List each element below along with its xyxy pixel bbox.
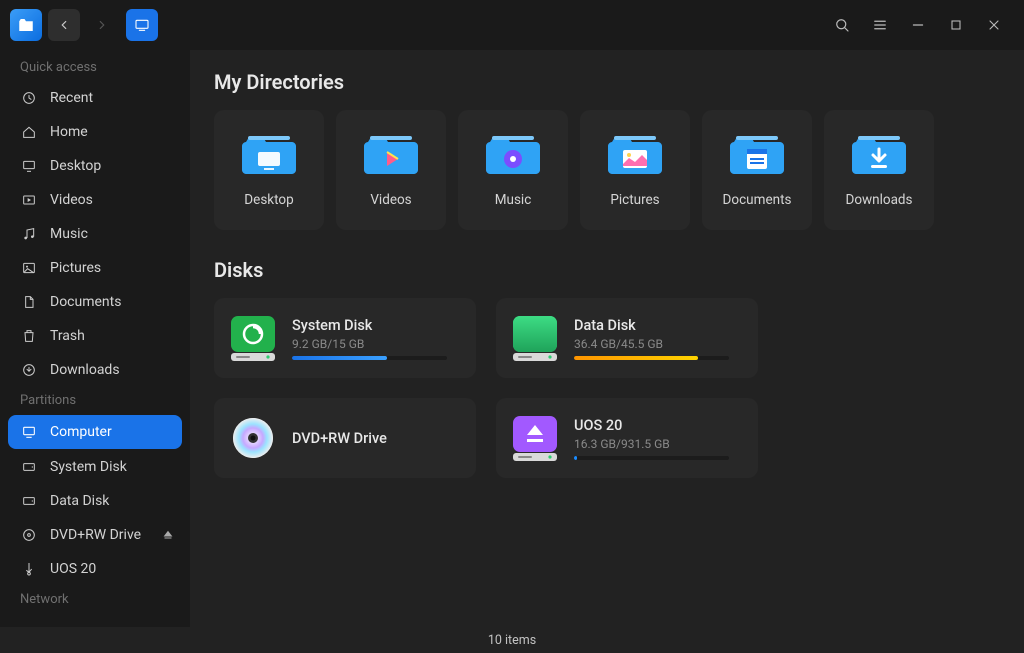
quick-access-label: Quick access [0, 54, 190, 81]
dir-desktop[interactable]: Desktop [214, 110, 324, 230]
folder-videos-icon [364, 132, 418, 176]
disk-icon [20, 458, 38, 476]
sidebar-item-desktop[interactable]: Desktop [0, 149, 190, 183]
folder-downloads-icon [852, 132, 906, 176]
disk-dvdrw[interactable]: DVD+RW Drive [214, 398, 476, 478]
disk-progress-bar [574, 356, 729, 360]
disk-data-disk[interactable]: Data Disk 36.4 GB/45.5 GB [496, 298, 758, 378]
close-button[interactable] [984, 15, 1004, 35]
sidebar-item-recent[interactable]: Recent [0, 81, 190, 115]
sidebar-item-uos20[interactable]: UOS 20 [0, 552, 190, 586]
sidebar-item-label: Music [50, 226, 88, 242]
disk-name: System Disk [292, 317, 462, 334]
usb-icon [20, 560, 38, 578]
menu-icon[interactable] [870, 15, 890, 35]
nav-forward-button[interactable] [86, 9, 118, 41]
sidebar-item-label: Recent [50, 90, 93, 106]
disk-name: Data Disk [574, 317, 744, 334]
dir-music[interactable]: Music [458, 110, 568, 230]
dir-documents[interactable]: Documents [702, 110, 812, 230]
disk-icon [20, 492, 38, 510]
downloads-icon [20, 361, 38, 379]
sidebar-item-label: Pictures [50, 260, 101, 276]
desktop-icon [20, 157, 38, 175]
sidebar-item-label: Desktop [50, 158, 101, 174]
disk-progress-bar [574, 456, 729, 460]
disk-name: UOS 20 [574, 417, 744, 434]
sidebar-item-data-disk[interactable]: Data Disk [0, 484, 190, 518]
computer-icon [20, 423, 38, 441]
minimize-button[interactable] [908, 15, 928, 35]
sidebar-item-label: Downloads [50, 362, 120, 378]
sidebar-item-downloads[interactable]: Downloads [0, 353, 190, 387]
sidebar-item-trash[interactable]: Trash [0, 319, 190, 353]
clock-icon [20, 89, 38, 107]
partitions-label: Partitions [0, 387, 190, 414]
network-label: Network [0, 586, 190, 613]
disk-uos20[interactable]: UOS 20 16.3 GB/931.5 GB [496, 398, 758, 478]
sidebar-item-label: Documents [50, 294, 121, 310]
search-icon[interactable] [832, 15, 852, 35]
music-icon [20, 225, 38, 243]
videos-icon [20, 191, 38, 209]
dir-label: Desktop [244, 192, 293, 208]
sidebar-item-label: Home [50, 124, 88, 140]
pictures-icon [20, 259, 38, 277]
sidebar-item-label: UOS 20 [50, 561, 96, 577]
disk-name: DVD+RW Drive [292, 430, 462, 447]
sidebar-item-label: System Disk [50, 459, 127, 475]
dir-label: Videos [370, 192, 411, 208]
sidebar-item-label: Trash [50, 328, 85, 344]
removable-drive-icon [510, 413, 560, 463]
disk-usage: 9.2 GB/15 GB [292, 337, 462, 351]
folder-desktop-icon [242, 132, 296, 176]
main-content: My Directories Desktop Videos [190, 50, 1024, 627]
disk-usage: 36.4 GB/45.5 GB [574, 337, 744, 351]
disks-title: Disks [214, 258, 1000, 282]
dir-label: Documents [723, 192, 792, 208]
disk-usage: 16.3 GB/931.5 GB [574, 437, 744, 451]
disk-drive-icon [228, 313, 278, 363]
sidebar-item-system-disk[interactable]: System Disk [0, 450, 190, 484]
sidebar-item-label: Data Disk [50, 493, 109, 509]
sidebar-item-label: Videos [50, 192, 93, 208]
eject-icon[interactable] [162, 529, 174, 541]
sidebar-item-dvdrw[interactable]: DVD+RW Drive [0, 518, 190, 552]
sidebar-item-computer[interactable]: Computer [8, 415, 182, 449]
cd-icon [20, 526, 38, 544]
disk-drive-icon [510, 313, 560, 363]
dir-label: Music [495, 192, 532, 208]
sidebar: Quick access Recent Home Desktop Videos … [0, 50, 190, 627]
trash-icon [20, 327, 38, 345]
sidebar-item-videos[interactable]: Videos [0, 183, 190, 217]
sidebar-item-pictures[interactable]: Pictures [0, 251, 190, 285]
dir-pictures[interactable]: Pictures [580, 110, 690, 230]
maximize-button[interactable] [946, 15, 966, 35]
sidebar-item-home[interactable]: Home [0, 115, 190, 149]
folder-music-icon [486, 132, 540, 176]
documents-icon [20, 293, 38, 311]
dir-label: Downloads [845, 192, 912, 208]
sidebar-item-documents[interactable]: Documents [0, 285, 190, 319]
dir-downloads[interactable]: Downloads [824, 110, 934, 230]
sidebar-item-label: Computer [50, 424, 112, 440]
statusbar: 10 items [0, 627, 1024, 653]
cd-drive-icon [228, 413, 278, 463]
home-icon [20, 123, 38, 141]
sidebar-item-label: DVD+RW Drive [50, 527, 141, 543]
tab-computer-button[interactable] [126, 9, 158, 41]
directories-grid: Desktop Videos Music Pictu [214, 110, 1000, 230]
app-icon [10, 9, 42, 41]
folder-pictures-icon [608, 132, 662, 176]
status-text: 10 items [488, 633, 536, 648]
nav-back-button[interactable] [48, 9, 80, 41]
my-directories-title: My Directories [214, 70, 1000, 94]
disk-progress-bar [292, 356, 447, 360]
dir-label: Pictures [610, 192, 659, 208]
disks-grid: System Disk 9.2 GB/15 GB Data Disk 36.4 … [214, 298, 774, 478]
dir-videos[interactable]: Videos [336, 110, 446, 230]
sidebar-item-music[interactable]: Music [0, 217, 190, 251]
folder-documents-icon [730, 132, 784, 176]
disk-system-disk[interactable]: System Disk 9.2 GB/15 GB [214, 298, 476, 378]
